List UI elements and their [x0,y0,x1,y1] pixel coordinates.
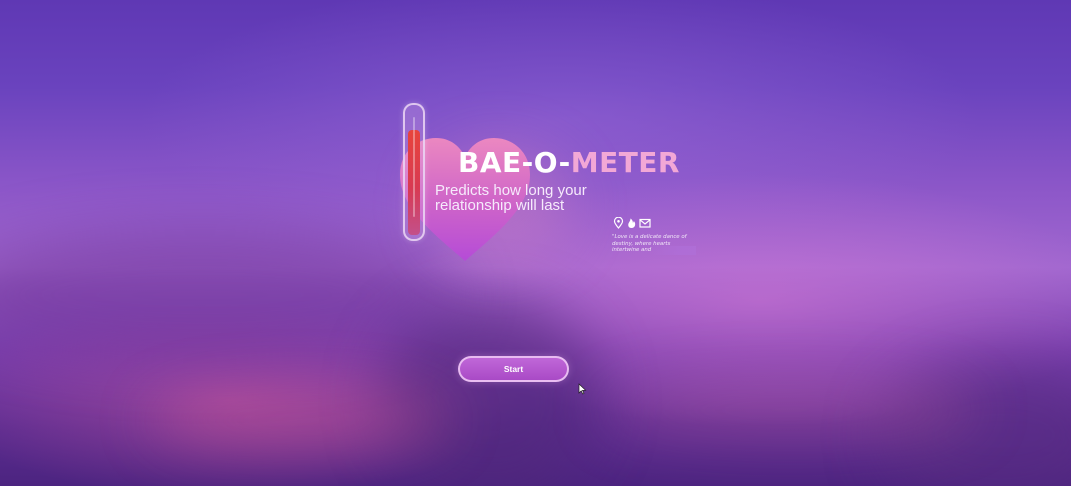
app-title-part2: METER [570,146,680,179]
quote-fade-overlay [650,246,696,255]
background-scenery [380,300,600,486]
background-scenery [600,380,980,440]
envelope-icon [639,214,651,228]
mouse-cursor-icon [578,383,587,395]
location-pin-icon [613,214,624,229]
app-screen: BAE-O-METER Predicts how long your relat… [0,0,1071,486]
icon-row [613,214,651,229]
app-title: BAE-O-METER [458,146,680,180]
app-title-part1: BAE-O- [458,146,571,179]
app-subtitle: Predicts how long your relationship will… [435,182,587,214]
love-meter-gauge [403,103,425,241]
background-scenery [0,230,460,360]
flame-icon [626,214,637,228]
love-meter-shine [413,117,415,217]
background-scenery [150,390,450,450]
start-button[interactable]: Start [458,356,569,382]
